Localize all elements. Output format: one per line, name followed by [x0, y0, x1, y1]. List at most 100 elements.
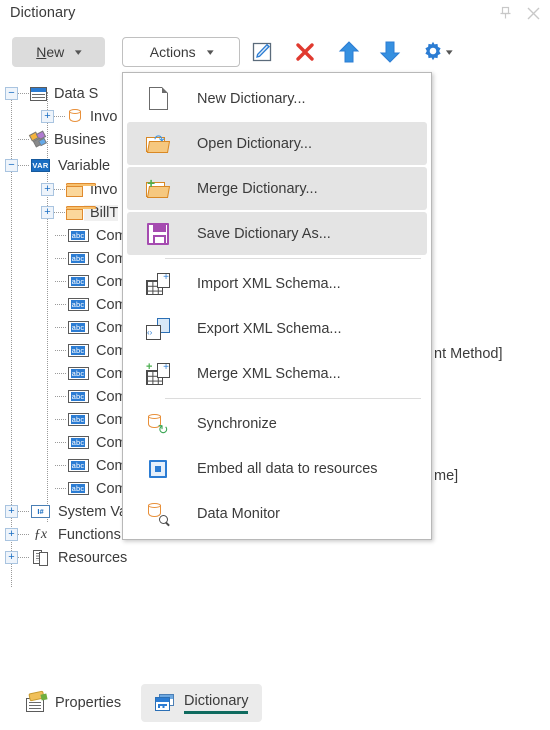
delete-icon[interactable] — [290, 37, 320, 67]
tree-node-invoice-datasource[interactable]: + Invo — [41, 105, 117, 128]
tree-node-variable[interactable]: abc Com — [55, 293, 127, 316]
tree-connector — [55, 419, 66, 420]
expand-expander-icon[interactable]: + — [41, 110, 54, 123]
import-xml-icon: + — [143, 272, 173, 295]
menu-item-label: Save Dictionary As... — [197, 225, 331, 242]
actions-button[interactable]: Actions ▾ — [122, 37, 240, 67]
tree-node-invoice-folder[interactable]: + Invo — [41, 178, 117, 201]
chevron-down-icon[interactable]: ▾ — [446, 47, 453, 58]
menu-item-embed-all-data[interactable]: Embed all data to resources — [123, 446, 431, 491]
tree-node-variable[interactable]: abc Com — [55, 385, 127, 408]
tree-node-variable[interactable]: abc Com — [55, 408, 127, 431]
tree-connector — [55, 442, 66, 443]
tree-node-variable[interactable]: abc Com — [55, 454, 127, 477]
tree-connector — [18, 511, 29, 512]
settings-gear-icon[interactable] — [418, 37, 448, 67]
tree-node-billto-folder[interactable]: + BillT — [41, 201, 119, 224]
tree-connector — [55, 327, 66, 328]
expand-expander-icon[interactable]: + — [5, 505, 18, 518]
tab-dictionary[interactable]: Dictionary — [141, 684, 263, 722]
tree-node-variable[interactable]: abc Com — [55, 270, 127, 293]
chip-icon — [143, 459, 173, 478]
menu-item-label: Export XML Schema... — [197, 320, 342, 337]
tree-node-label: Busines — [54, 131, 106, 148]
tree-node-variable[interactable]: abc Com — [55, 224, 127, 247]
resources-icon — [29, 549, 52, 566]
pin-icon[interactable] — [496, 4, 514, 22]
tree-node-variables[interactable]: − VAR Variable — [5, 154, 110, 177]
open-folder-icon: ↷ — [143, 132, 173, 154]
tree-connector — [18, 93, 29, 94]
menu-item-label: Import XML Schema... — [197, 275, 341, 292]
collapse-expander-icon[interactable]: − — [5, 159, 18, 172]
actions-button-label: Actions — [149, 44, 196, 60]
string-variable-icon: abc — [66, 434, 90, 451]
expand-expander-icon[interactable]: + — [5, 551, 18, 564]
menu-item-merge-xml-schema[interactable]: + + Merge XML Schema... — [123, 351, 431, 396]
move-down-icon[interactable] — [375, 37, 405, 67]
tree-node-label: Data S — [54, 85, 99, 102]
expand-expander-icon[interactable]: + — [41, 183, 54, 196]
chevron-down-icon: ▾ — [75, 46, 82, 57]
occluded-label-name: me] — [434, 468, 459, 484]
menu-item-data-monitor[interactable]: Data Monitor — [123, 491, 431, 536]
string-variable-icon: abc — [66, 365, 90, 382]
edit-icon[interactable] — [247, 37, 277, 67]
tree-node-data-sources[interactable]: − Data S — [5, 82, 98, 105]
new-button[interactable]: New ▾ — [12, 37, 105, 67]
system-variables-icon: I# — [29, 503, 52, 520]
menu-item-export-xml-schema[interactable]: ‹› Export XML Schema... — [123, 306, 431, 351]
string-variable-icon: abc — [66, 457, 90, 474]
menu-item-label: Merge Dictionary... — [197, 180, 318, 197]
business-objects-icon — [28, 130, 48, 148]
collapse-expander-icon[interactable]: − — [5, 87, 18, 100]
save-disk-icon — [143, 222, 173, 245]
menu-item-save-dictionary-as[interactable]: Save Dictionary As... — [123, 211, 431, 256]
menu-item-label: Embed all data to resources — [197, 460, 378, 477]
menu-item-new-dictionary[interactable]: New Dictionary... — [123, 76, 431, 121]
tree-connector — [55, 465, 66, 466]
menu-separator — [165, 258, 421, 259]
chevron-down-icon: ▾ — [206, 46, 214, 57]
string-variable-icon: abc — [66, 480, 90, 497]
string-variable-icon: abc — [66, 411, 90, 428]
tree-node-variable[interactable]: abc Com — [55, 339, 127, 362]
menu-item-synchronize[interactable]: ↻ Synchronize — [123, 401, 431, 446]
close-icon[interactable] — [524, 4, 542, 22]
tab-properties[interactable]: Properties — [12, 684, 135, 722]
tree-node-resources[interactable]: + Resources — [5, 546, 127, 569]
dictionary-panel: Dictionary New ▾ Actions ▾ ▾ − Data S + … — [0, 0, 550, 730]
string-variable-icon: abc — [66, 273, 90, 290]
expand-expander-icon[interactable]: + — [41, 206, 54, 219]
tree-node-variable[interactable]: abc Com — [55, 431, 127, 454]
tree-node-business-objects[interactable]: Busines — [5, 128, 106, 151]
menu-item-import-xml-schema[interactable]: + Import XML Schema... — [123, 261, 431, 306]
dictionary-toolbar: New ▾ Actions ▾ ▾ — [0, 33, 550, 73]
tree-connector — [54, 189, 65, 190]
menu-item-label: Open Dictionary... — [197, 135, 312, 152]
menu-item-open-dictionary[interactable]: ↷ Open Dictionary... — [123, 121, 431, 166]
titlebar-controls — [496, 4, 542, 22]
variables-icon: VAR — [31, 159, 50, 172]
merge-xml-icon: + + — [143, 361, 173, 385]
tree-node-variable[interactable]: abc Com — [55, 362, 127, 385]
move-up-icon[interactable] — [334, 37, 364, 67]
actions-dropdown-menu[interactable]: New Dictionary... ↷ Open Dictionary... +… — [122, 72, 432, 540]
tree-connector — [54, 212, 65, 213]
expand-expander-icon[interactable]: + — [5, 528, 18, 541]
export-xml-icon: ‹› — [143, 317, 173, 340]
menu-item-merge-dictionary[interactable]: + Merge Dictionary... — [123, 166, 431, 211]
string-variable-icon: abc — [66, 296, 90, 313]
tree-connector — [18, 139, 29, 140]
tree-node-functions[interactable]: + ƒx Functions — [5, 523, 121, 546]
properties-icon — [26, 690, 48, 712]
panel-titlebar: Dictionary — [0, 0, 550, 30]
tree-connector — [18, 165, 29, 166]
menu-item-label: Data Monitor — [197, 505, 281, 522]
menu-separator — [165, 398, 421, 399]
menu-item-label: Synchronize — [197, 415, 277, 432]
tree-node-variable[interactable]: abc Com — [55, 247, 127, 270]
tree-node-variable[interactable]: abc Com — [55, 316, 127, 339]
tree-node-label: Functions — [58, 526, 121, 543]
